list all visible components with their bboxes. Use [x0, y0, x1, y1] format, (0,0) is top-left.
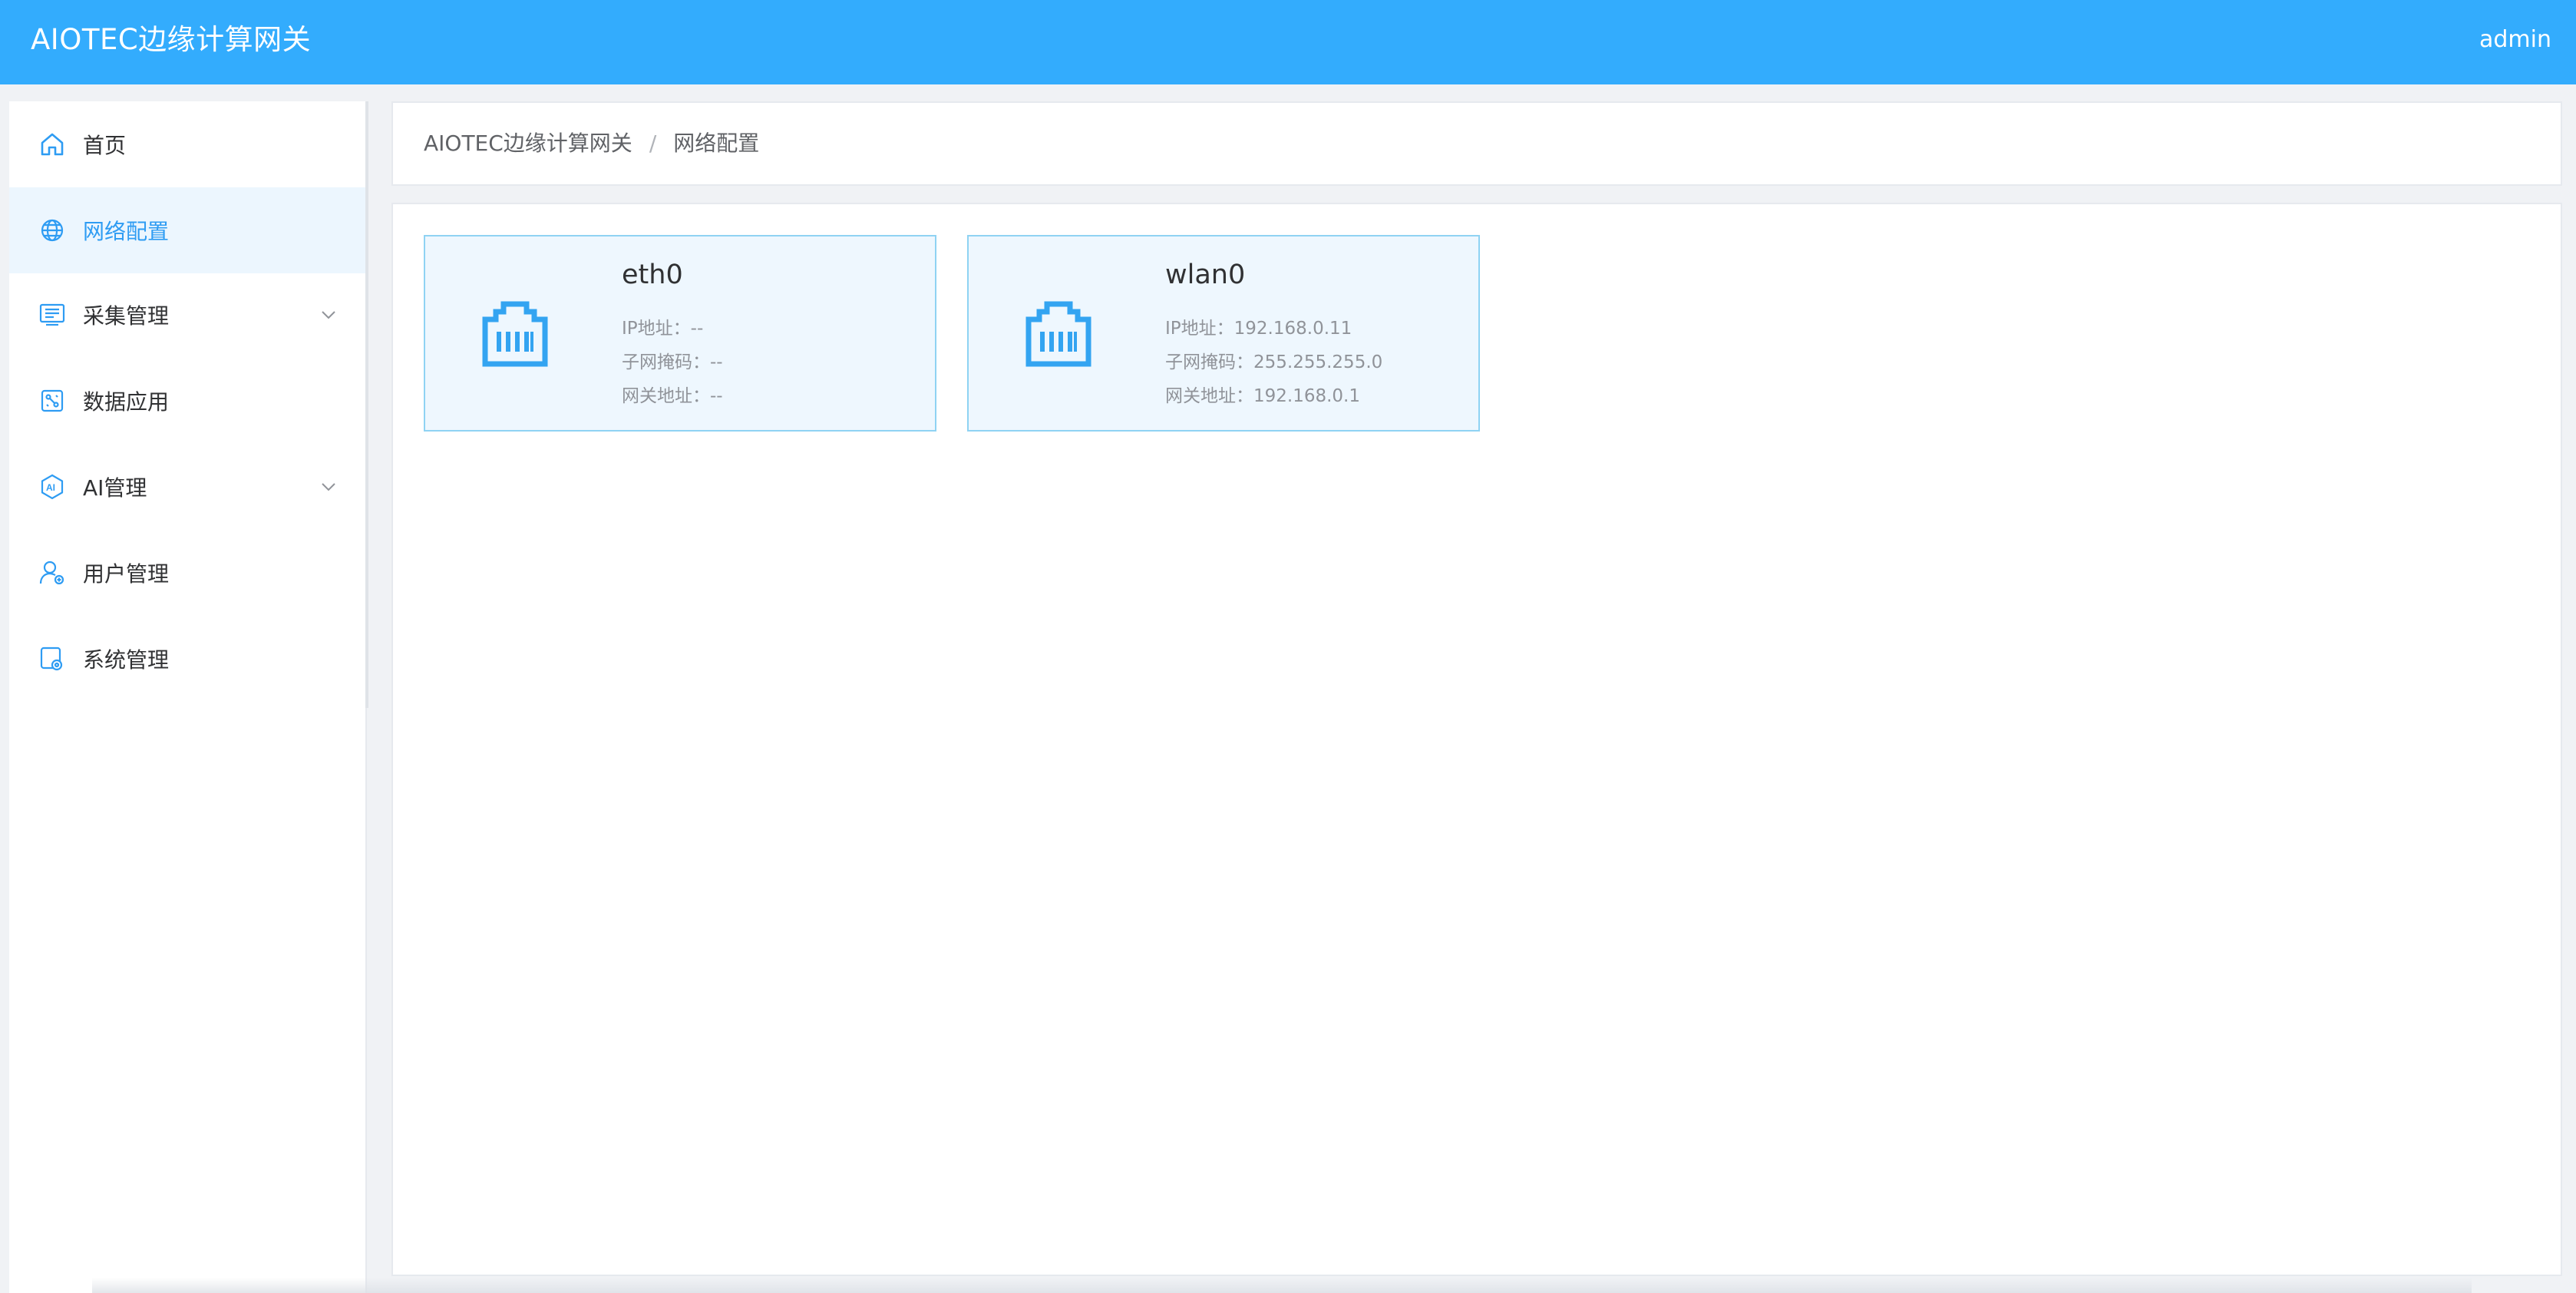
app-title: AIOTEC边缘计算网关	[31, 23, 312, 56]
subnet-mask-label: 子网掩码：	[622, 352, 710, 372]
ethernet-port-icon	[482, 301, 548, 367]
chevron-down-icon[interactable]	[319, 478, 338, 496]
sidebar-scrollbar[interactable]	[365, 101, 368, 708]
sidebar-item-label: 用户管理	[83, 561, 170, 587]
interface-card-wlan0[interactable]: wlan0 IP地址：192.168.0.11 子网掩码：255.255.255…	[967, 235, 1480, 432]
ip-address-value: --	[690, 319, 704, 339]
top-header: AIOTEC边缘计算网关 admin	[0, 0, 2576, 84]
ip-address-value: 192.168.0.11	[1234, 319, 1352, 339]
sidebar-item-data-app[interactable]: 数据应用	[9, 358, 365, 444]
gateway-row: 网关地址：--	[622, 381, 723, 407]
gateway-label: 网关地址：	[1165, 386, 1253, 406]
interface-card-eth0[interactable]: eth0 IP地址：-- 子网掩码：-- 网关地址：--	[424, 235, 936, 432]
ai-icon: AI	[37, 471, 68, 502]
ip-address-label: IP地址：	[622, 319, 691, 339]
user-icon	[37, 557, 68, 588]
subnet-mask-row: 子网掩码：255.255.255.0	[1165, 347, 1382, 373]
sidebar-item-label: 采集管理	[83, 303, 170, 329]
main-content: eth0 IP地址：-- 子网掩码：-- 网关地址：-- wlan0 IP地址：…	[391, 203, 2562, 1276]
interface-name: eth0	[622, 260, 683, 290]
subnet-mask-value: --	[710, 352, 723, 372]
ethernet-port-icon	[1025, 301, 1091, 367]
sidebar-item-label: AI管理	[83, 475, 147, 501]
ip-address-row: IP地址：192.168.0.11	[1165, 313, 1352, 339]
system-icon	[37, 643, 68, 674]
breadcrumb: AIOTEC边缘计算网关 / 网络配置	[424, 103, 759, 184]
sidebar-item-home[interactable]: 首页	[9, 101, 365, 187]
breadcrumb-root[interactable]: AIOTEC边缘计算网关	[424, 131, 632, 156]
breadcrumb-separator: /	[649, 131, 657, 156]
collect-icon	[37, 299, 68, 330]
sidebar-item-label: 数据应用	[83, 389, 170, 415]
breadcrumb-current: 网络配置	[673, 131, 760, 156]
ip-address-label: IP地址：	[1165, 319, 1234, 339]
gateway-value: 192.168.0.1	[1253, 386, 1360, 406]
sidebar-item-users[interactable]: 用户管理	[9, 530, 365, 616]
data-app-icon	[37, 385, 68, 416]
sidebar-item-collect[interactable]: 采集管理	[9, 272, 365, 358]
sidebar-item-label: 系统管理	[83, 647, 170, 673]
subnet-mask-value: 255.255.255.0	[1253, 352, 1383, 372]
chevron-down-icon[interactable]	[319, 306, 338, 324]
sidebar-item-label: 首页	[83, 133, 127, 158]
globe-icon	[37, 215, 68, 246]
sidebar-item-label: 网络配置	[83, 219, 170, 244]
bottom-shadow	[92, 1278, 2472, 1293]
user-menu[interactable]: admin	[2479, 0, 2551, 84]
breadcrumb-bar: AIOTEC边缘计算网关 / 网络配置	[391, 101, 2562, 186]
ip-address-row: IP地址：--	[622, 313, 703, 339]
sidebar-item-ai[interactable]: AI AI管理	[9, 444, 365, 530]
svg-text:AI: AI	[46, 482, 55, 493]
sidebar-item-network[interactable]: 网络配置	[9, 187, 365, 273]
home-icon	[37, 129, 68, 160]
gateway-value: --	[710, 386, 723, 406]
gateway-label: 网关地址：	[622, 386, 710, 406]
interface-name: wlan0	[1165, 260, 1246, 290]
sidebar: 首页 网络配置 采集管理 数据应用 AI AI管理 用户管理 系统管理	[9, 101, 368, 1293]
gateway-row: 网关地址：192.168.0.1	[1165, 381, 1360, 407]
subnet-mask-label: 子网掩码：	[1165, 352, 1253, 372]
sidebar-item-system[interactable]: 系统管理	[9, 616, 365, 702]
subnet-mask-row: 子网掩码：--	[622, 347, 723, 373]
